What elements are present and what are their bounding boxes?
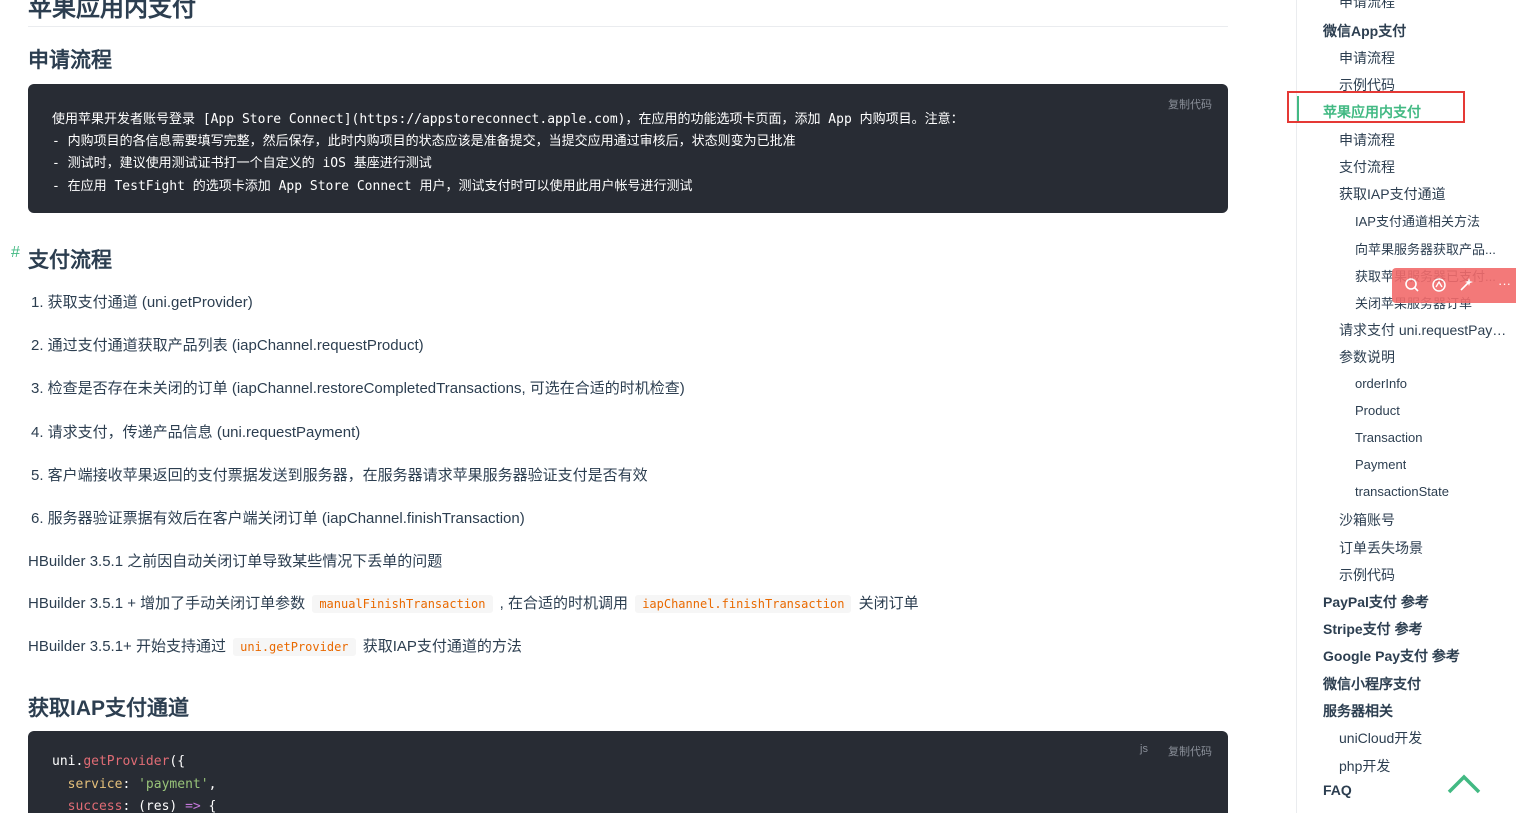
list-item: 1. 获取支付通道 (uni.getProvider) xyxy=(31,294,253,311)
toc-item[interactable]: php开发 xyxy=(1339,756,1390,776)
heading-apply-flow: 申请流程 xyxy=(28,49,112,72)
toc-item[interactable]: transactionState xyxy=(1355,484,1449,499)
toc-item[interactable]: 申请流程 xyxy=(1339,130,1395,150)
inline-code: manualFinishTransaction xyxy=(312,595,493,613)
list-item: 3. 检查是否存在未关闭的订单 (iapChannel.restoreCompl… xyxy=(31,380,685,397)
copy-code-button[interactable]: 复制代码 xyxy=(1168,96,1212,112)
more-icon[interactable]: ··· xyxy=(1498,276,1511,292)
note-text: HBuilder 3.5.1 + 增加了手动关闭订单参数 xyxy=(28,595,306,612)
code-line: success: (res) => { xyxy=(52,799,217,813)
toc-item[interactable]: 沙箱账号 xyxy=(1339,510,1395,530)
magic-wand-icon[interactable] xyxy=(1458,277,1474,297)
heading-get-iap-channel: 获取IAP支付通道 xyxy=(28,697,190,720)
heading-text: 支付流程 xyxy=(28,249,112,272)
code-line: - 内购项目的各信息需要填写完整，然后保存，此时内购项目的状态应该是准备提交，当… xyxy=(52,134,796,149)
heading-pay-flow: # 支付流程 xyxy=(11,244,112,274)
note-text: 关闭订单 xyxy=(858,595,919,612)
toc-item[interactable]: 参数说明 xyxy=(1339,347,1395,367)
note-paragraph: HBuilder 3.5.1 之前因自动关闭订单导致某些情况下丢单的问题 xyxy=(28,553,443,570)
toc-item[interactable]: uniCloud开发 xyxy=(1339,728,1422,748)
code-language-label: js xyxy=(1140,743,1148,755)
note-text: , 在合适的时机调用 xyxy=(499,595,629,612)
list-item: 6. 服务器验证票据有效后在客户端关闭订单 (iapChannel.finish… xyxy=(31,510,525,527)
code-token: (res) xyxy=(138,799,186,813)
code-line: 使用苹果开发者账号登录 [App Store Connect](https://… xyxy=(52,112,964,127)
chevron-up-icon xyxy=(1447,774,1481,794)
code-token: uni xyxy=(52,754,76,769)
code-token: { xyxy=(200,799,217,813)
toc-item[interactable]: 向苹果服务器获取产品... xyxy=(1355,239,1496,258)
code-token: service xyxy=(67,777,123,792)
inline-code: iapChannel.finishTransaction xyxy=(635,595,852,613)
code-token: : xyxy=(122,799,139,813)
note-text: HBuilder 3.5.1+ 开始支持通过 xyxy=(28,638,226,655)
toc-item[interactable]: 微信小程序支付 xyxy=(1323,674,1421,694)
search-icon[interactable] xyxy=(1404,277,1420,297)
code-line: - 测试时，建议使用测试证书打一个自定义的 iOS 基座进行测试 xyxy=(52,156,432,171)
code-block-iap: js 复制代码 uni.getProvider({ service: 'paym… xyxy=(28,731,1228,813)
toc-item[interactable]: orderInfo xyxy=(1355,376,1407,391)
toc-item[interactable]: 获取IAP支付通道 xyxy=(1339,184,1446,204)
note-paragraph: HBuilder 3.5.1+ 开始支持通过 uni.getProvider 获… xyxy=(28,635,522,656)
toc-item[interactable]: 微信App支付 xyxy=(1323,21,1406,41)
code-token: success xyxy=(67,799,123,813)
toc-item[interactable]: 请求支付 uni.requestPaym... xyxy=(1339,320,1511,340)
toc-item[interactable]: Transaction xyxy=(1355,430,1422,445)
back-to-top-button[interactable] xyxy=(1446,770,1482,796)
annotation-highlight-box xyxy=(1287,91,1465,123)
list-item: 2. 通过支付通道获取产品列表 (iapChannel.requestProdu… xyxy=(31,337,424,354)
toc-item[interactable]: IAP支付通道相关方法 xyxy=(1355,211,1480,230)
toc-item[interactable]: Google Pay支付 参考 xyxy=(1323,646,1460,666)
code-token: : xyxy=(122,777,139,792)
code-line: service: 'payment', xyxy=(52,777,217,792)
code-line: - 在应用 TestFight 的选项卡添加 App Store Connect… xyxy=(52,179,693,194)
toc-item[interactable]: 订单丢失场景 xyxy=(1339,538,1423,558)
inline-code: uni.getProvider xyxy=(233,638,356,656)
floating-toolbar: ··· xyxy=(1392,268,1516,303)
code-token: 'payment' xyxy=(138,777,209,792)
toc-item[interactable]: 支付流程 xyxy=(1339,157,1395,177)
code-token: , xyxy=(208,777,217,792)
toc-item[interactable]: 示例代码 xyxy=(1339,565,1395,585)
list-item: 5. 客户端接收苹果返回的支付票据发送到服务器，在服务器请求苹果服务器验证支付是… xyxy=(31,467,648,484)
page-title: 苹果应用内支付 xyxy=(28,0,196,22)
toc-item[interactable]: 服务器相关 xyxy=(1323,701,1393,721)
toc-item[interactable]: 申请流程 xyxy=(1339,0,1395,12)
toc-item[interactable]: PayPal支付 参考 xyxy=(1323,592,1429,612)
toc-item[interactable]: 申请流程 xyxy=(1339,48,1395,68)
toc-item[interactable]: FAQ xyxy=(1323,782,1352,798)
ai-icon[interactable] xyxy=(1431,277,1447,297)
toc-item[interactable]: Product xyxy=(1355,403,1400,418)
code-token: ({ xyxy=(169,754,186,769)
title-divider xyxy=(28,26,1228,27)
content-area: 苹果应用内支付 申请流程 复制代码 使用苹果开发者账号登录 [App Store… xyxy=(0,0,1260,813)
list-item: 4. 请求支付，传递产品信息 (uni.requestPayment) xyxy=(31,424,361,441)
code-token: => xyxy=(185,799,201,813)
toc-item[interactable]: Stripe支付 参考 xyxy=(1323,619,1423,639)
copy-code-button[interactable]: 复制代码 xyxy=(1168,743,1212,759)
header-anchor-link[interactable]: # xyxy=(11,244,20,262)
code-block-apply: 复制代码 使用苹果开发者账号登录 [App Store Connect](htt… xyxy=(28,84,1228,213)
code-line: uni.getProvider({ xyxy=(52,754,185,769)
code-token: getProvider xyxy=(83,754,170,769)
toc-item[interactable]: Payment xyxy=(1355,457,1406,472)
note-text: 获取IAP支付通道的方法 xyxy=(362,638,522,655)
note-paragraph: HBuilder 3.5.1 + 增加了手动关闭订单参数 manualFinis… xyxy=(28,592,919,613)
